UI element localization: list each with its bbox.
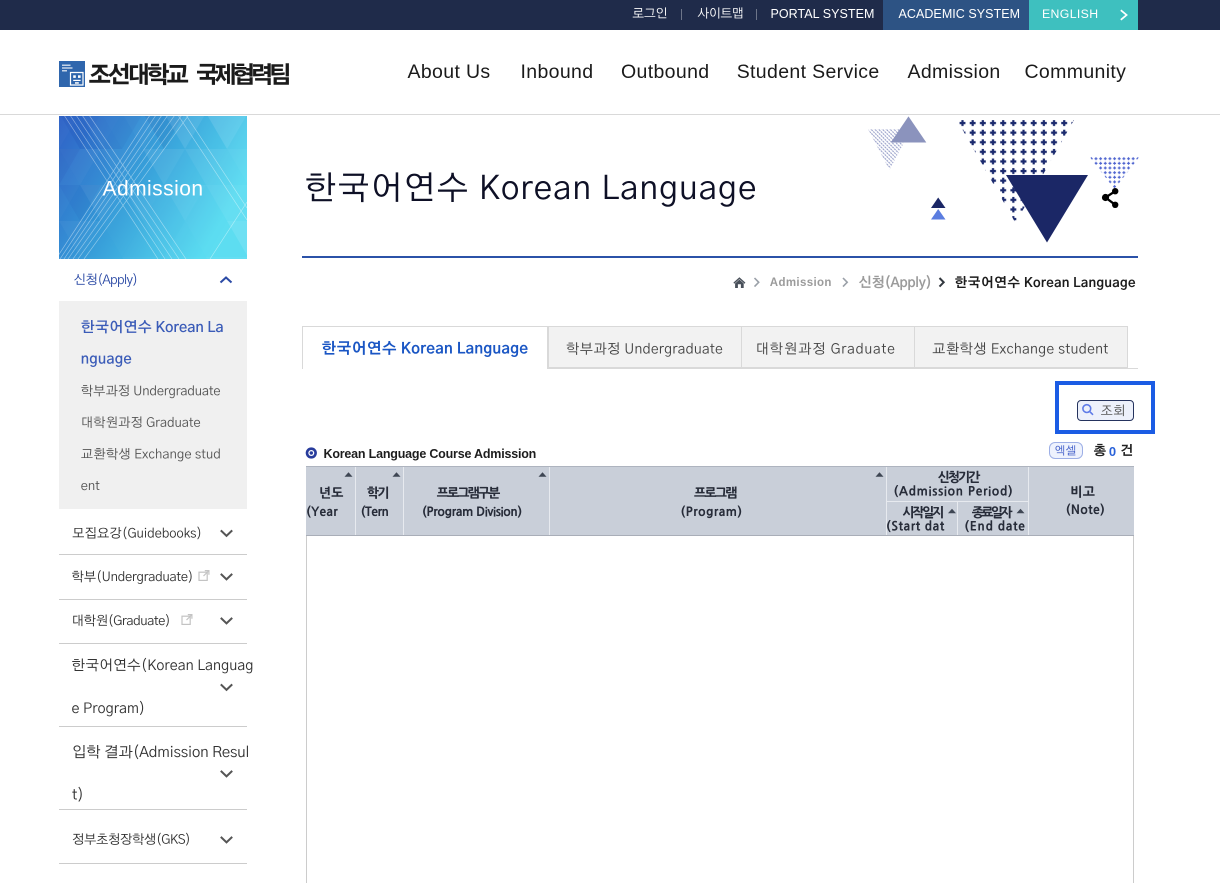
svg-text:Admission: Admission [103, 178, 204, 201]
